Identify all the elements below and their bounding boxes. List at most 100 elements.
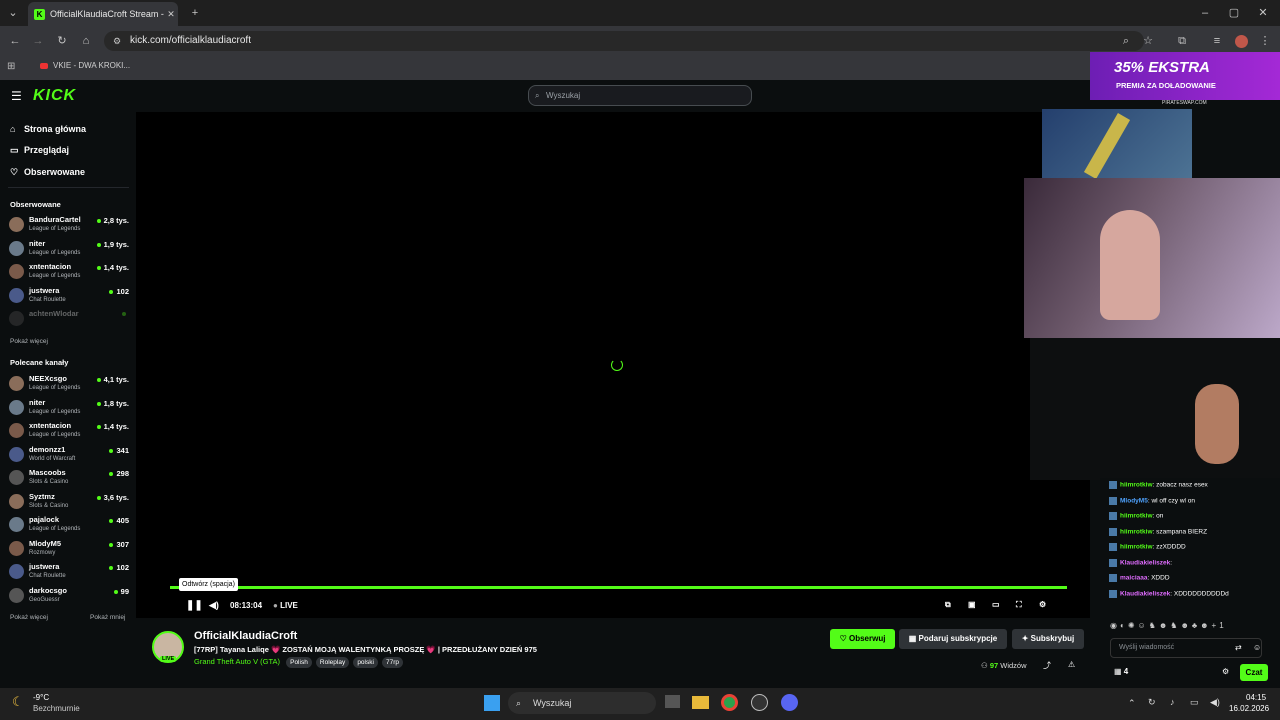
tag-chip[interactable]: polski [353, 657, 378, 668]
follow-button[interactable]: ♡ Obserwuj [830, 629, 895, 649]
chrome-icon[interactable] [721, 694, 738, 711]
share-icon[interactable]: ⤴ [1043, 660, 1051, 671]
show-more-link[interactable]: Pokaż więcej [10, 614, 48, 621]
nav-browse[interactable]: ▭ Przeglądaj [10, 145, 69, 156]
pip-icon[interactable]: ⧉ [945, 600, 951, 610]
app-icon[interactable] [751, 694, 768, 711]
channel-name[interactable]: OfficialKlaudiaCroft [194, 630, 297, 642]
speaker-icon[interactable]: ◀) [1210, 697, 1220, 708]
search-input[interactable]: ⌕ Wyszukaj [528, 85, 752, 106]
emote-bar[interactable]: ◉◐✺☺♞☻♞☻♣☻+1 [1110, 621, 1227, 630]
minimize-icon[interactable]: – [1196, 4, 1214, 22]
channel-viewers: 4,1 tys. [97, 375, 129, 384]
close-tab-icon[interactable]: ✕ [164, 9, 178, 20]
media-icon[interactable]: ≡ [1208, 32, 1226, 50]
chat-username[interactable]: hiimrotkiw [1120, 513, 1153, 520]
sidebar-channel[interactable]: justwera Chat Roulette 102 [9, 562, 129, 584]
forward-icon[interactable]: → [29, 32, 47, 50]
fullscreen-icon[interactable]: ⛶ [1016, 600, 1022, 610]
sidebar-channel[interactable]: xntentacion League of Legends 1,4 tys. [9, 262, 129, 284]
profile-avatar[interactable] [1235, 35, 1248, 48]
clip-icon[interactable]: ▣ [968, 600, 976, 609]
maximize-icon[interactable]: ▢ [1225, 4, 1243, 22]
tag-chip[interactable]: Roleplay [315, 657, 350, 668]
menu-icon[interactable]: ⋮ [1256, 32, 1274, 50]
subscribe-button[interactable]: ✦ Subskrybuj [1012, 629, 1084, 649]
weather-temp[interactable]: -9°C [33, 693, 49, 702]
chat-settings-icon[interactable]: ⚙ [1222, 667, 1229, 676]
chat-username[interactable]: hiimrotkiw [1120, 528, 1153, 535]
clock-date[interactable]: 16.02.2026 [1229, 704, 1269, 713]
file-explorer-icon[interactable] [692, 696, 709, 709]
tag-chip[interactable]: 77rp [382, 657, 404, 668]
category-link[interactable]: Grand Theft Auto V (GTA) [194, 657, 280, 666]
sidebar-channel[interactable]: BanduraCartel League of Legends 2,8 tys. [9, 215, 129, 237]
bookmark-link[interactable]: VKIE - DWA KROKI... [53, 61, 130, 70]
zoom-icon[interactable]: ⌕ [1117, 32, 1135, 50]
extensions-icon[interactable]: ⧉ [1173, 32, 1191, 50]
chat-username[interactable]: maiciaaa [1120, 575, 1147, 582]
home-button-icon[interactable]: ⌂ [77, 32, 95, 50]
chat-username[interactable]: hiimrotkiw [1120, 482, 1153, 489]
theater-icon[interactable]: ▭ [992, 600, 1000, 609]
nav-following[interactable]: ♡ Obserwowane [10, 167, 85, 178]
start-icon[interactable] [484, 695, 500, 711]
sidebar-channel[interactable]: MlodyM5 Rozmowy 307 [9, 539, 129, 561]
sidebar-channel[interactable]: achtenWlodar [9, 309, 129, 331]
taskbar-search[interactable]: ⌕ Wyszukaj [508, 692, 656, 714]
discord-icon[interactable] [781, 694, 798, 711]
report-icon[interactable]: ⚠ [1068, 660, 1075, 669]
tray-sync-icon[interactable]: ↻ [1148, 697, 1156, 708]
settings-icon[interactable]: ⚙ [1039, 600, 1046, 609]
sidebar-channel[interactable]: Syztmz Slots & Casino 3,6 tys. [9, 492, 129, 514]
chat-message: Klaudiakieliszek: [1109, 558, 1172, 567]
sidebar-channel[interactable]: niter League of Legends 1,8 tys. [9, 398, 129, 420]
clock-time[interactable]: 04:15 [1246, 693, 1266, 702]
channel-avatar-small [9, 287, 24, 303]
reload-icon[interactable]: ↻ [53, 32, 71, 50]
apps-icon[interactable]: ⊞ [7, 61, 15, 72]
followed-show-more[interactable]: Pokaż więcej [10, 338, 48, 345]
emoji-icon[interactable]: ☺ [1253, 643, 1261, 652]
hamburger-icon[interactable]: ☰ [11, 89, 22, 103]
sidebar-channel[interactable]: NEEXcsgo League of Legends 4,1 tys. [9, 374, 129, 396]
play-tooltip: Odtwórz (spacja) [179, 578, 238, 591]
new-tab-icon[interactable]: + [186, 4, 204, 22]
sidebar-channel[interactable]: pajalock League of Legends 405 [9, 515, 129, 537]
browser-tab[interactable]: K OfficialKlaudiaCroft Stream - W ✕ [28, 2, 178, 26]
site-info-icon[interactable]: ⚙ [108, 32, 126, 50]
weather-desc[interactable]: Bezchmurnie [33, 704, 80, 713]
tray-chevron-icon[interactable]: ⌃ [1128, 698, 1136, 709]
chat-username[interactable]: Klaudiakieliszek [1120, 590, 1170, 597]
gift-subs-button[interactable]: ▦ Podaruj subskrypcje [899, 629, 1007, 649]
kick-logo[interactable]: KICK [33, 87, 76, 105]
chat-send-button[interactable]: Czat [1240, 664, 1268, 681]
tab-search-icon[interactable]: ⌄ [4, 4, 22, 22]
channel-name: justwera [29, 285, 60, 295]
play-pause-button[interactable]: ❚❚ [186, 600, 203, 611]
volume-icon[interactable]: ◀) [209, 600, 219, 611]
sidebar-channel[interactable]: niter League of Legends 1,9 tys. [9, 239, 129, 261]
show-less-link[interactable]: Pokaż mniej [90, 614, 125, 621]
sidebar-channel[interactable]: justwera Chat Roulette 102 [9, 286, 129, 308]
chat-users-row[interactable]: ▦ 4 [1114, 667, 1128, 676]
close-window-icon[interactable]: ✕ [1254, 4, 1272, 22]
chat-message: hiimrotkiw: zobacz nasz esex [1109, 481, 1208, 489]
mic-icon[interactable]: ♪ [1170, 697, 1175, 707]
chat-username[interactable]: MlodyM5 [1120, 497, 1148, 504]
nav-home[interactable]: ⌂ Strona główna [10, 124, 86, 134]
sidebar-channel[interactable]: darkocsgo GeoGuessr 99 [9, 586, 129, 608]
search-icon: ⌕ [535, 91, 540, 100]
monitor-icon[interactable]: ▭ [1190, 697, 1199, 708]
sidebar-channel[interactable]: demonzz1 World of Warcraft 341 [9, 445, 129, 467]
tag-chip[interactable]: Polish [286, 657, 312, 668]
sidebar-channel[interactable]: Mascoobs Slots & Casino 298 [9, 468, 129, 490]
back-icon[interactable]: ← [6, 32, 24, 50]
translate-icon[interactable]: ⇄ [1235, 643, 1242, 652]
url-field[interactable]: kick.com/officialklaudiacroft [104, 31, 1144, 51]
chat-username[interactable]: Klaudiakieliszek [1120, 559, 1170, 566]
task-view-icon[interactable] [665, 695, 680, 708]
chat-username[interactable]: hiimrotkiw [1120, 544, 1153, 551]
sidebar-channel[interactable]: xntentacion League of Legends 1,4 tys. [9, 421, 129, 443]
bookmark-star-icon[interactable]: ☆ [1139, 32, 1157, 50]
